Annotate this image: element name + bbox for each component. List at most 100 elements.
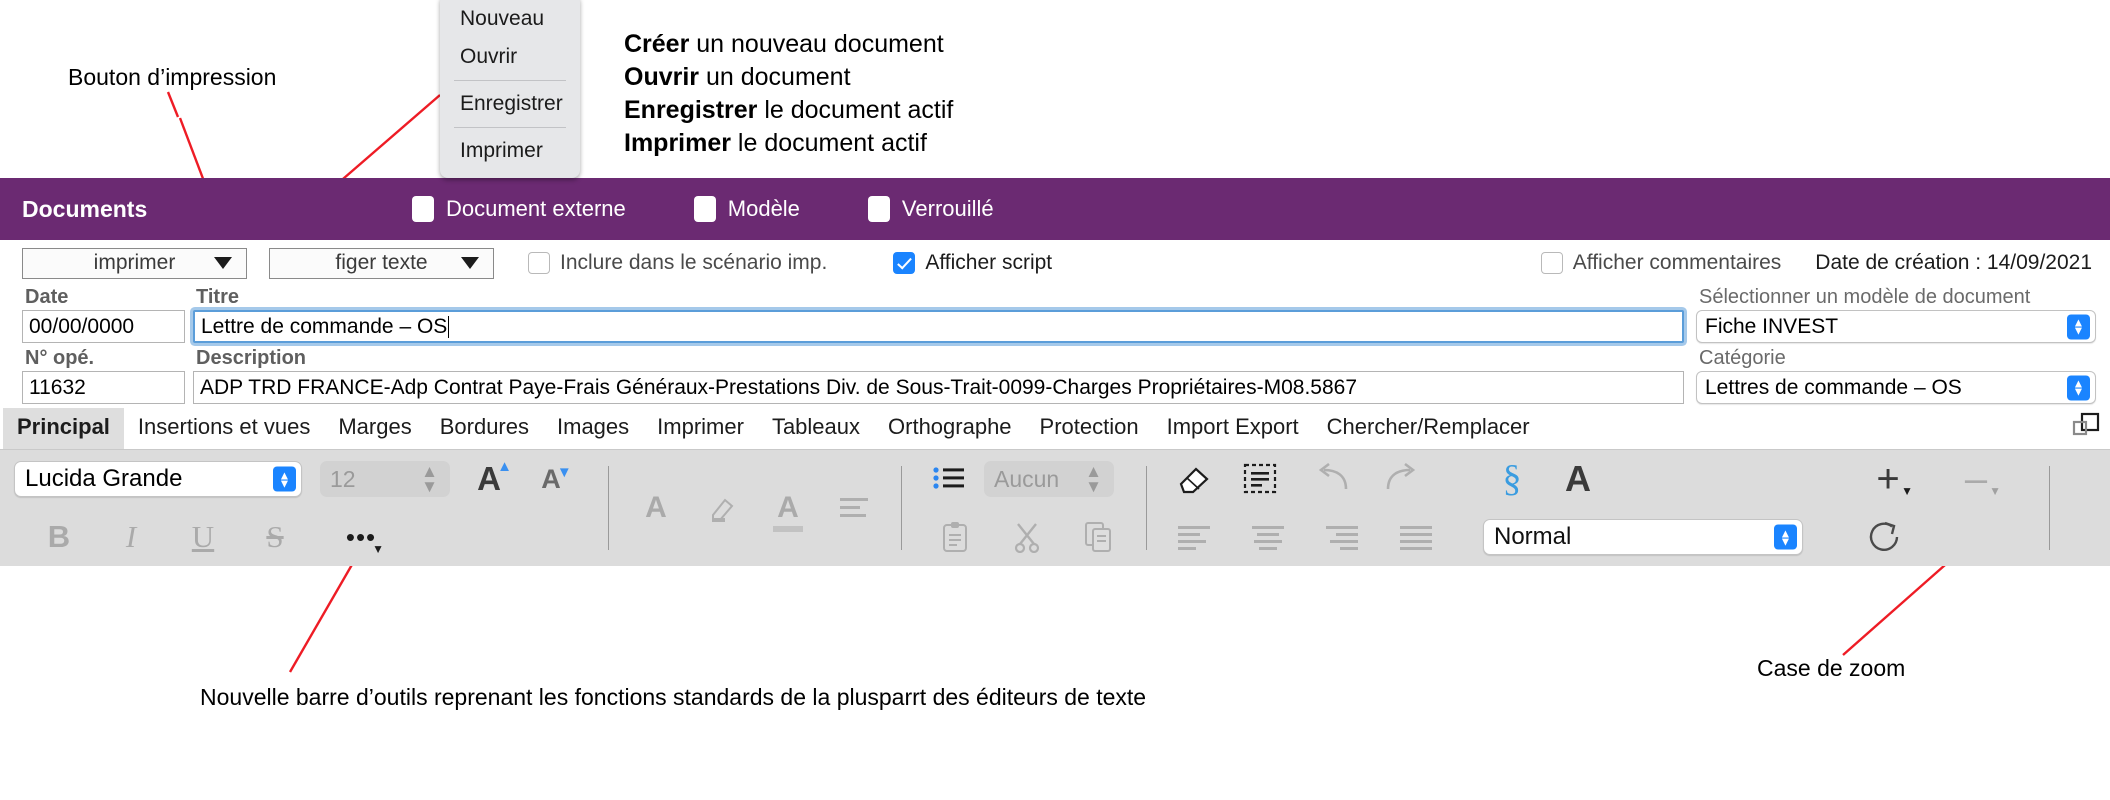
- documents-window: Documents Document externe Modèle Verrou…: [0, 178, 2110, 566]
- tab-images[interactable]: Images: [543, 408, 644, 449]
- tab-import-export[interactable]: Import Export: [1152, 408, 1313, 449]
- checkbox-document-externe[interactable]: Document externe: [412, 196, 626, 222]
- menu-item-imprimer[interactable]: Imprimer: [440, 132, 580, 170]
- legend-rest-2: le document actif: [757, 96, 954, 124]
- checkbox-modele[interactable]: Modèle: [693, 196, 800, 222]
- date-input[interactable]: 00/00/0000: [22, 310, 185, 343]
- background-color-button[interactable]: A: [765, 485, 811, 532]
- tab-chercher-remplacer[interactable]: Chercher/Remplacer: [1312, 408, 1544, 449]
- stepper-icon[interactable]: ▲ ▼: [2067, 314, 2090, 339]
- paragraph-style-select[interactable]: Normal ▲ ▼: [1483, 519, 1803, 555]
- category-select[interactable]: Lettres de commande – OS ▲ ▼: [1696, 371, 2096, 404]
- menu-item-enregistrer[interactable]: Enregistrer: [440, 85, 580, 123]
- bold-button[interactable]: B: [36, 514, 82, 560]
- tab-insertions-et-vues[interactable]: Insertions et vues: [123, 408, 325, 449]
- lines-icon: [840, 498, 868, 517]
- legend-rest-1: un document: [699, 63, 851, 91]
- underline-button[interactable]: U: [180, 514, 226, 560]
- label-template: Sélectionner un modèle de document: [1699, 286, 2031, 308]
- toolbar-group-color-clipboard: A A: [627, 450, 883, 566]
- select-block-button[interactable]: [1237, 456, 1283, 502]
- chevron-down-icon: ▼: [372, 542, 384, 556]
- tab-bar: Principal Insertions et vues Marges Bord…: [0, 408, 2110, 450]
- remove-button[interactable]: – ▼: [1953, 456, 2001, 502]
- minus-icon: –: [1964, 457, 1988, 501]
- menu-item-ouvrir[interactable]: Ouvrir: [440, 38, 580, 76]
- list-style-select[interactable]: Aucun ▲ ▼: [984, 461, 1114, 497]
- italic-button[interactable]: I: [108, 514, 154, 560]
- text-color-button[interactable]: A: [633, 485, 679, 531]
- increase-font-size-button[interactable]: A ▲: [466, 456, 512, 502]
- align-center-button[interactable]: [1245, 514, 1291, 560]
- annotation-print-button: Bouton d’impression: [68, 64, 277, 90]
- eraser-icon: [1179, 467, 1209, 494]
- undo-icon: [1318, 463, 1348, 490]
- field-inputs-row-1: 00/00/0000 Lettre de commande – OS Fiche…: [0, 310, 2110, 343]
- align-justify-button[interactable]: [1393, 514, 1439, 560]
- checkbox-verrouille[interactable]: Verrouillé: [867, 196, 994, 222]
- numero-ope-input[interactable]: 11632: [22, 371, 185, 404]
- decrease-font-size-button[interactable]: A ▼: [528, 456, 574, 502]
- legend-bold-0: Créer: [624, 30, 690, 58]
- checkbox-inclure-scenario[interactable]: [528, 252, 550, 274]
- bullet-list-button[interactable]: [926, 456, 972, 502]
- text-pulldown[interactable]: figer texte: [269, 247, 494, 279]
- checkbox-afficher-commentaires[interactable]: [1540, 252, 1563, 274]
- action-pulldown[interactable]: imprimer: [22, 247, 247, 279]
- redo-icon: [1386, 463, 1416, 490]
- refresh-icon: [1869, 521, 1899, 551]
- legend-bold-3: Imprimer: [624, 129, 731, 157]
- font-family-select[interactable]: Lucida Grande ▲ ▼: [14, 461, 302, 497]
- character-style-button[interactable]: A: [1555, 456, 1601, 502]
- tab-protection[interactable]: Protection: [1025, 408, 1153, 449]
- add-button[interactable]: + ▼: [1865, 456, 1913, 502]
- stepper-icon[interactable]: ▲ ▼: [2067, 375, 2090, 400]
- clear-formatting-button[interactable]: [1171, 456, 1217, 502]
- checkbox-box-icon[interactable]: [412, 196, 434, 222]
- checkbox-afficher-commentaires-label: Afficher commentaires: [1572, 251, 1782, 274]
- stepper-icon[interactable]: ▲ ▼: [421, 463, 438, 495]
- stepper-icon[interactable]: ▲ ▼: [1774, 524, 1797, 550]
- stepper-icon[interactable]: ▲ ▼: [1085, 463, 1102, 495]
- list-style-value: Aucun: [994, 465, 1060, 492]
- refresh-button[interactable]: [1863, 514, 1909, 560]
- stepper-icon[interactable]: ▲ ▼: [273, 466, 296, 492]
- redo-button[interactable]: [1377, 456, 1423, 502]
- tab-tableaux[interactable]: Tableaux: [757, 408, 875, 449]
- highlighter-button[interactable]: [699, 485, 745, 531]
- copy-button[interactable]: [1076, 514, 1122, 560]
- font-size-value: 12: [330, 465, 356, 492]
- cut-button[interactable]: [1004, 514, 1050, 560]
- checkbox-box-icon[interactable]: [867, 196, 890, 222]
- tab-principal[interactable]: Principal: [3, 408, 124, 449]
- tab-imprimer[interactable]: Imprimer: [643, 408, 758, 449]
- file-popup-menu[interactable]: Nouveau Ouvrir Enregistrer Imprimer: [440, 0, 580, 178]
- field-labels-row-1: Date Titre Sélectionner un modèle de doc…: [0, 286, 2110, 308]
- checkbox-box-icon[interactable]: [693, 196, 716, 222]
- title-input[interactable]: Lettre de commande – OS: [193, 310, 1684, 343]
- menu-separator-2: [454, 127, 566, 128]
- menu-item-nouveau[interactable]: Nouveau: [440, 0, 580, 38]
- page-title: Documents: [22, 195, 148, 222]
- align-right-icon: [1326, 526, 1358, 550]
- tab-marges[interactable]: Marges: [324, 408, 426, 449]
- template-select[interactable]: Fiche INVEST ▲ ▼: [1696, 310, 2096, 343]
- zoom-case-icon[interactable]: [2072, 412, 2100, 440]
- more-formats-button[interactable]: ••• ▼: [338, 514, 384, 560]
- tab-bordures[interactable]: Bordures: [425, 408, 543, 449]
- align-left-button[interactable]: [1171, 514, 1217, 560]
- annotation-toolbar-note: Nouvelle barre d’outils reprenant les fo…: [200, 684, 1147, 710]
- letter-a-icon: A: [1565, 458, 1591, 499]
- description-input[interactable]: ADP TRD FRANCE-Adp Contrat Paye-Frais Gé…: [193, 371, 1684, 404]
- paste-button[interactable]: [932, 514, 978, 560]
- strikethrough-button[interactable]: S: [252, 514, 298, 560]
- undo-button[interactable]: [1311, 456, 1357, 502]
- window-titlebar: Documents Document externe Modèle Verrou…: [0, 178, 2110, 240]
- options-row: imprimer figer texte Inclure dans le scé…: [0, 240, 2110, 286]
- section-mark-button[interactable]: §: [1489, 456, 1535, 502]
- tab-orthographe[interactable]: Orthographe: [874, 408, 1026, 449]
- font-size-select[interactable]: 12 ▲ ▼: [320, 461, 450, 497]
- checkbox-afficher-script[interactable]: [893, 252, 916, 274]
- align-right-button[interactable]: [1319, 514, 1365, 560]
- paragraph-format-button[interactable]: [831, 485, 877, 531]
